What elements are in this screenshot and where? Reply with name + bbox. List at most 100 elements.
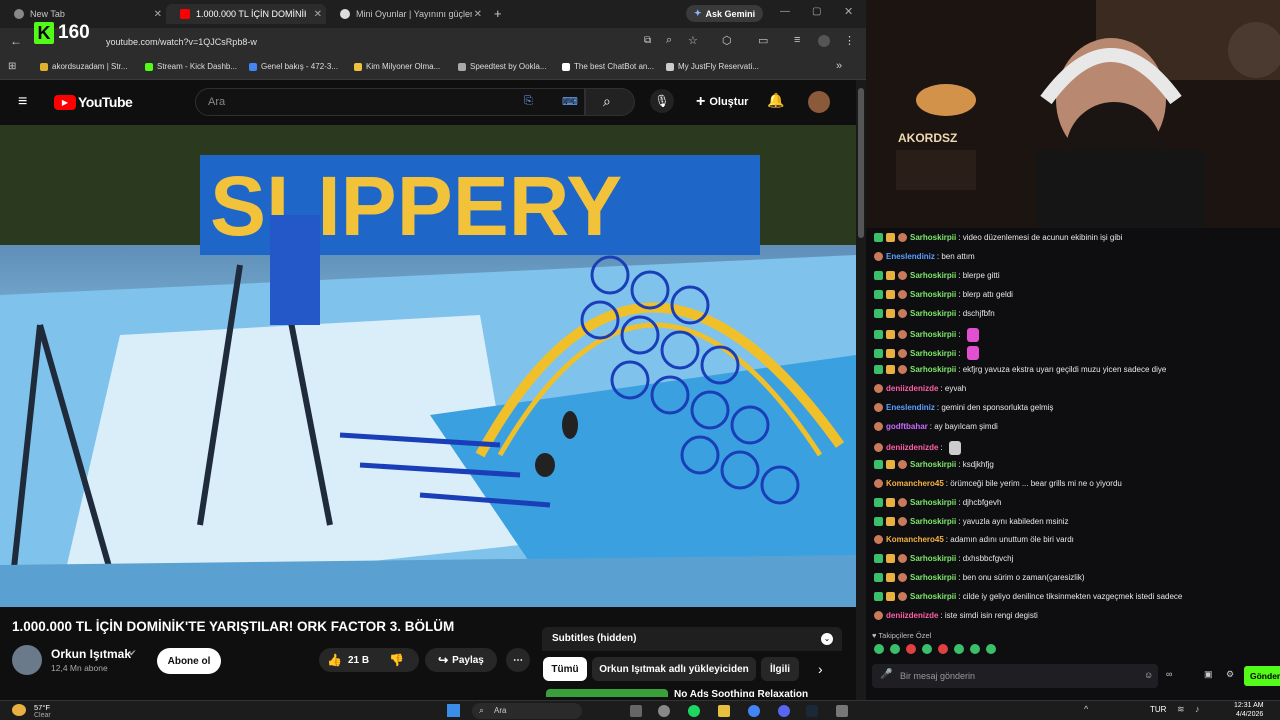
bookmark-item[interactable]: akordsuzadam | Str...: [40, 62, 127, 71]
wifi-icon[interactable]: ≋: [1177, 704, 1185, 715]
translate-icon[interactable]: ⎘: [524, 95, 533, 108]
chat-username[interactable]: Sarhoskirpii: [910, 460, 956, 469]
chat-username[interactable]: deniizdenizde: [886, 384, 938, 393]
bookmark-item[interactable]: The best ChatBot an...: [562, 62, 654, 71]
taskbar-search[interactable]: ⌕ Ara: [472, 703, 582, 719]
chat-username[interactable]: Sarhoskirpii: [910, 290, 956, 299]
search-button[interactable]: ⌕: [585, 88, 635, 116]
chat-username[interactable]: Komanchero45: [886, 479, 944, 488]
like-icon[interactable]: 👍: [327, 653, 342, 667]
chat-username[interactable]: Eneslendiniz: [886, 252, 935, 261]
close-icon[interactable]: ✕: [314, 9, 322, 20]
menu-icon[interactable]: ⋮: [844, 34, 855, 47]
video-player[interactable]: SLIPPERY: [0, 125, 856, 607]
chip-all[interactable]: Tümü: [543, 657, 587, 681]
chat-username[interactable]: Sarhoskirpii: [910, 573, 956, 582]
clock-time[interactable]: 12:31 AM: [1234, 702, 1264, 709]
chevron-right-icon[interactable]: »: [836, 60, 842, 72]
file-explorer-icon[interactable]: [718, 705, 730, 717]
windows-start-icon[interactable]: [447, 704, 460, 717]
emote-icon[interactable]: [938, 644, 948, 654]
chat-message-input[interactable]: 🎤 Bir mesaj gönderin ☺: [872, 664, 1158, 688]
back-icon[interactable]: ←: [10, 34, 22, 48]
bookmark-item[interactable]: My JustFly Reservati...: [666, 62, 759, 71]
tab-new-tab[interactable]: New Tab ✕: [0, 4, 166, 24]
apps-icon[interactable]: ⊞: [8, 61, 16, 72]
emote-icon[interactable]: [954, 644, 964, 654]
chat-username[interactable]: Sarhoskirpii: [910, 349, 956, 358]
extensions-icon[interactable]: ⬡: [722, 34, 732, 47]
weather-icon[interactable]: [12, 704, 26, 716]
hamburger-menu-icon[interactable]: ≡: [18, 93, 27, 111]
mic-icon[interactable]: 🎙: [650, 89, 674, 113]
bookmark-item[interactable]: Speedtest by Ookla...: [458, 62, 547, 71]
app-icon[interactable]: [836, 705, 848, 717]
send-button[interactable]: Gönder: [1244, 666, 1280, 686]
bell-icon[interactable]: 🔔: [767, 92, 784, 109]
task-view-icon[interactable]: [630, 705, 642, 717]
emote-icon[interactable]: [890, 644, 900, 654]
chat-username[interactable]: Eneslendiniz: [886, 403, 935, 412]
page-scrollbar[interactable]: [856, 80, 866, 700]
share-button[interactable]: ↪ Paylaş: [425, 648, 497, 672]
chip-uploader[interactable]: Orkun Işıtmak adlı yükleyiciden: [592, 657, 756, 681]
cast-icon[interactable]: ⧉: [644, 35, 651, 46]
close-icon[interactable]: ✕: [474, 9, 482, 20]
chip-related[interactable]: İlgili: [761, 657, 799, 681]
url-field[interactable]: youtube.com/watch?v=1QJCsRpb8-w: [100, 33, 636, 51]
maximize-icon[interactable]: ▢: [812, 6, 821, 17]
youtube-logo[interactable]: ▶ YouTube: [54, 94, 133, 110]
bookmark-item[interactable]: Kim Milyoner Olma...: [354, 62, 440, 71]
chevron-right-icon[interactable]: ›: [818, 661, 823, 677]
chevron-up-icon[interactable]: ^: [1084, 704, 1088, 714]
profile-avatar[interactable]: [818, 35, 830, 47]
language-indicator[interactable]: TUR: [1150, 705, 1166, 714]
channel-name[interactable]: Orkun Işıtmak: [51, 647, 131, 661]
volume-icon[interactable]: ♪: [1195, 704, 1200, 714]
chat-username[interactable]: Sarhoskirpii: [910, 517, 956, 526]
tab-youtube-video[interactable]: 1.000.000 TL İÇİN DOMİNİK ✕: [166, 4, 326, 24]
channel-avatar[interactable]: [12, 645, 42, 675]
chat-username[interactable]: Sarhoskirpii: [910, 498, 956, 507]
spotify-icon[interactable]: [688, 705, 700, 717]
chevron-down-icon[interactable]: ⌄: [821, 633, 833, 645]
account-avatar[interactable]: [808, 91, 830, 113]
close-icon[interactable]: ✕: [154, 9, 162, 20]
dislike-icon[interactable]: 👎: [389, 653, 404, 667]
settings-icon[interactable]: ⚙: [1226, 669, 1234, 680]
chat-username[interactable]: Sarhoskirpii: [910, 554, 956, 563]
like-count[interactable]: 21 B: [348, 655, 369, 666]
zoom-icon[interactable]: ⌕: [666, 34, 672, 47]
minimize-icon[interactable]: —: [780, 6, 790, 17]
new-tab-button[interactable]: +: [494, 6, 502, 21]
emoji-icon[interactable]: ☺: [1144, 670, 1153, 680]
chat-username[interactable]: Sarhoskirpii: [910, 592, 956, 601]
ask-gemini-button[interactable]: ✦ Ask Gemini: [686, 5, 764, 22]
scrollbar-thumb[interactable]: [858, 88, 864, 238]
subscribe-button[interactable]: Abone ol: [157, 648, 221, 674]
more-actions-button[interactable]: ⋯: [506, 648, 530, 672]
weather-temp[interactable]: 57°F: [34, 703, 50, 712]
settings-icon[interactable]: [658, 705, 670, 717]
chat-username[interactable]: deniizdenizde: [886, 611, 938, 620]
chat-username[interactable]: Sarhoskirpii: [910, 365, 956, 374]
chat-username[interactable]: Sarhoskirpii: [910, 233, 956, 242]
chrome-icon[interactable]: [748, 705, 760, 717]
emote-icon[interactable]: [986, 644, 996, 654]
tab-mini-oyunlar[interactable]: Mini Oyunlar | Yayınını güçlend ✕: [326, 4, 486, 24]
emote-icon[interactable]: [970, 644, 980, 654]
window-close-icon[interactable]: ✕: [844, 5, 853, 18]
keyboard-icon[interactable]: ⌨: [562, 95, 578, 108]
bookmark-item[interactable]: Genel bakış - 472-3...: [249, 62, 338, 71]
emote-icon[interactable]: [906, 644, 916, 654]
steam-icon[interactable]: [806, 705, 818, 717]
emote-icon[interactable]: [922, 644, 932, 654]
chat-username[interactable]: Sarhoskirpii: [910, 271, 956, 280]
mic-icon[interactable]: 🎤: [880, 669, 892, 680]
sidepanel-icon[interactable]: ▭: [758, 34, 768, 47]
create-button[interactable]: + Oluştur: [686, 88, 758, 116]
chat-username[interactable]: Komanchero45: [886, 535, 944, 544]
clock-date[interactable]: 4/4/2026: [1236, 711, 1263, 720]
emote-icon[interactable]: [874, 644, 884, 654]
chat-username[interactable]: Sarhoskirpii: [910, 330, 956, 339]
